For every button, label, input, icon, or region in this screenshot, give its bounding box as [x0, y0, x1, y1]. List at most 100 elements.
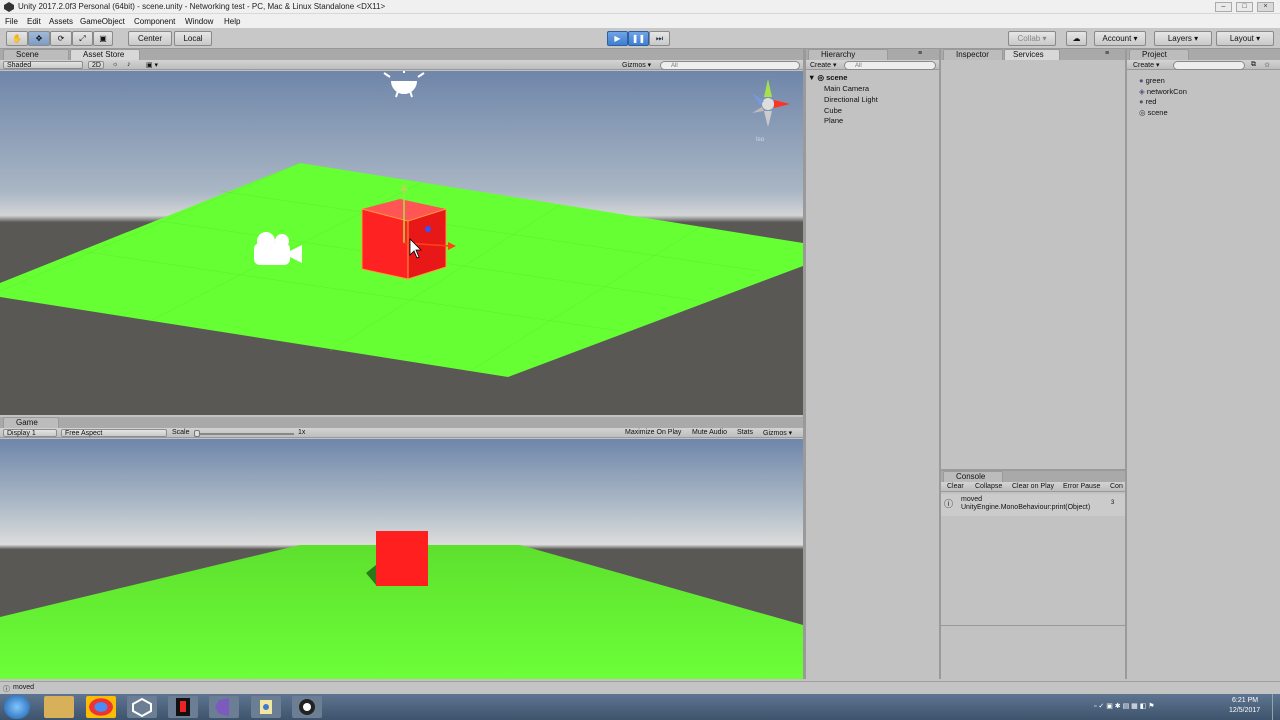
project-item-red[interactable]: ● red	[1139, 97, 1156, 106]
mute-audio-toggle[interactable]: Mute Audio	[692, 429, 727, 436]
pivot-local-button[interactable]: Local	[174, 31, 212, 46]
close-icon[interactable]: ×	[1257, 2, 1274, 12]
hierarchy-item-directional-light[interactable]: Directional Light	[824, 95, 878, 104]
unity-icon[interactable]	[127, 696, 157, 718]
project-item-networkcon[interactable]: ◈ networkCon	[1139, 87, 1187, 96]
clock-date[interactable]: 12/5/2017	[1229, 707, 1260, 714]
display-dropdown[interactable]: Display 1	[3, 429, 57, 437]
menu-gameobject[interactable]: GameObject	[80, 17, 125, 26]
main-toolbar: ✋ ✥ ⟳ ⤢ ▣ Center Local ▶ ❚❚ ⏭ Collab ▾ ☁…	[0, 28, 1280, 49]
hierarchy-menu-icon[interactable]: ≡	[918, 50, 922, 57]
effects-icon[interactable]: ▣ ▾	[146, 61, 158, 69]
scale-slider[interactable]	[196, 433, 294, 435]
menu-help[interactable]: Help	[224, 17, 240, 26]
tab-project[interactable]: Project	[1129, 49, 1189, 60]
collab-button[interactable]: Collab ▾	[1008, 31, 1056, 46]
title-bar: Unity 2017.2.0f3 Personal (64bit) - scen…	[0, 0, 1280, 14]
account-label: Account	[1102, 34, 1132, 43]
project-item-green[interactable]: ● green	[1139, 76, 1165, 85]
stats-toggle[interactable]: Stats	[737, 429, 753, 436]
start-button-icon[interactable]	[4, 695, 30, 719]
tab-game[interactable]: Game	[3, 417, 59, 428]
pivot-center-label: Center	[137, 34, 162, 43]
tab-asset-store[interactable]: Asset Store	[70, 49, 140, 60]
lighting-icon[interactable]: ☼	[112, 61, 118, 68]
tab-console[interactable]: Console	[943, 471, 1003, 482]
tab-scene[interactable]: Scene	[3, 49, 69, 60]
visual-studio-icon[interactable]	[209, 696, 239, 718]
project-create-dropdown[interactable]: Create ▾	[1133, 61, 1159, 69]
iso-label: Iso	[756, 137, 765, 143]
clock-time[interactable]: 6:21 PM	[1232, 697, 1258, 704]
hierarchy-scene-label: scene	[826, 73, 848, 82]
game-gizmos-dropdown[interactable]: Gizmos ▾	[763, 429, 792, 437]
move-tool-icon[interactable]: ✥	[28, 31, 50, 46]
aspect-dropdown[interactable]: Free Aspect	[61, 429, 167, 437]
tab-hierarchy[interactable]: Hierarchy	[808, 49, 888, 60]
console-collapse-button[interactable]: Collapse	[975, 483, 1002, 490]
console-error-pause-button[interactable]: Error Pause	[1063, 483, 1100, 490]
scene-gizmos-dropdown[interactable]: Gizmos ▾	[622, 61, 651, 69]
menu-edit[interactable]: Edit	[27, 17, 41, 26]
tab-inspector[interactable]: Inspector	[943, 49, 1003, 60]
hierarchy-search-input[interactable]: All	[844, 61, 936, 70]
game-viewport[interactable]	[0, 439, 803, 679]
scale-tool-icon[interactable]: ⤢	[72, 31, 93, 46]
mode-2d-toggle[interactable]: 2D	[88, 61, 104, 69]
filter-icon[interactable]: ⧉	[1251, 61, 1256, 69]
hierarchy-scene-item[interactable]: ▼ ◎ scene	[808, 73, 847, 82]
menu-assets[interactable]: Assets	[49, 17, 73, 26]
hierarchy-item-plane[interactable]: Plane	[824, 116, 843, 125]
scene-search-input[interactable]: All	[660, 61, 800, 70]
shading-mode-dropdown[interactable]: Shaded	[3, 61, 83, 69]
chrome-icon[interactable]	[86, 696, 116, 718]
rect-tool-icon[interactable]: ▣	[93, 31, 113, 46]
play-icon[interactable]: ▶	[607, 31, 628, 46]
display-label: Display 1	[7, 430, 36, 437]
file-explorer-icon[interactable]	[44, 696, 74, 718]
hierarchy-toolbar: Create ▾ All	[806, 60, 939, 70]
console-con-button[interactable]: Con	[1110, 483, 1123, 490]
console-log-entry[interactable]: ⓘ moved UnityEngine.MonoBehaviour:print(…	[941, 494, 1125, 516]
project-item-scene[interactable]: ◎ scene	[1139, 108, 1168, 117]
cloud-icon[interactable]: ☁	[1066, 31, 1087, 46]
project-search-input[interactable]	[1173, 61, 1245, 70]
show-desktop-button[interactable]	[1272, 694, 1280, 720]
scale-slider-handle[interactable]	[194, 430, 200, 437]
inspector-menu-icon[interactable]: ≡	[1105, 50, 1109, 57]
pause-icon[interactable]: ❚❚	[628, 31, 649, 46]
hand-tool-icon[interactable]: ✋	[6, 31, 28, 46]
tab-services[interactable]: Services	[1004, 49, 1060, 60]
menu-file[interactable]: File	[5, 17, 18, 26]
scene-search-placeholder: All	[671, 63, 678, 69]
console-divider	[941, 625, 1125, 626]
obs-icon[interactable]	[292, 696, 322, 718]
collab-label: Collab	[1017, 34, 1041, 43]
scale-value: 1x	[298, 429, 306, 436]
audio-icon[interactable]: ♪	[127, 61, 131, 68]
rotate-tool-icon[interactable]: ⟳	[50, 31, 72, 46]
tray-icons[interactable]: ▫ ✓ ▣ ✱ ▤ ▦ ◧ ⚑	[1094, 702, 1155, 710]
account-dropdown[interactable]: Account ▾	[1094, 31, 1146, 46]
layout-dropdown[interactable]: Layout ▾	[1216, 31, 1274, 46]
maximize-on-play-toggle[interactable]: Maximize On Play	[625, 429, 681, 436]
minimize-icon[interactable]: –	[1215, 2, 1232, 12]
game-app-icon[interactable]	[168, 696, 198, 718]
console-clear-button[interactable]: Clear	[947, 483, 964, 490]
layers-dropdown[interactable]: Layers ▾	[1154, 31, 1212, 46]
star-icon[interactable]: ☆	[1264, 61, 1270, 69]
console-clear-on-play-button[interactable]: Clear on Play	[1012, 483, 1054, 490]
hierarchy-create-dropdown[interactable]: Create ▾	[810, 61, 836, 69]
menu-window[interactable]: Window	[185, 17, 213, 26]
status-message[interactable]: moved	[13, 684, 34, 691]
menu-component[interactable]: Component	[134, 17, 175, 26]
hierarchy-item-main-camera[interactable]: Main Camera	[824, 84, 869, 93]
paint-icon[interactable]	[251, 696, 281, 718]
pivot-center-button[interactable]: Center	[128, 31, 172, 46]
scene-viewport[interactable]: Iso	[0, 71, 803, 415]
step-icon[interactable]: ⏭	[649, 31, 670, 46]
tab-services-label: Services	[1013, 50, 1044, 59]
maximize-icon[interactable]: □	[1236, 2, 1253, 12]
info-icon: ⓘ	[944, 499, 954, 509]
hierarchy-item-cube[interactable]: Cube	[824, 106, 842, 115]
